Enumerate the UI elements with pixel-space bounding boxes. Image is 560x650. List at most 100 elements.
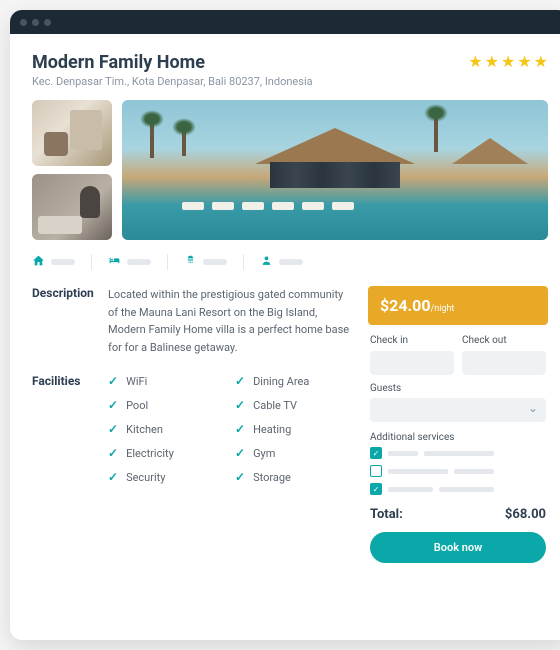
spec-placeholder [127, 259, 151, 265]
window-dot [44, 19, 51, 26]
service-item [370, 465, 546, 477]
check-icon: ✓ [235, 422, 245, 436]
shower-icon [184, 254, 197, 270]
facility-name: Storage [253, 471, 291, 484]
facility-item: ✓ Dining Area [235, 374, 350, 388]
facility-item: ✓ Heating [235, 422, 350, 436]
checkout-field: Check out [462, 335, 546, 375]
service-checkbox[interactable]: ✓ [370, 483, 382, 495]
checkin-label: Check in [370, 335, 454, 346]
additional-label: Additional services [370, 432, 546, 443]
listing-window: Modern Family Home Kec. Denpasar Tim., K… [10, 10, 560, 640]
facility-name: Dining Area [253, 375, 309, 388]
facilities-section: Facilities ✓WiFi ✓Dining Area ✓Pool ✓Cab… [32, 374, 350, 484]
facilities-grid: ✓WiFi ✓Dining Area ✓Pool ✓Cable TV ✓Kitc… [108, 374, 350, 484]
main-columns: Description Located within the prestigio… [32, 286, 548, 563]
facility-item: ✓ Security [108, 470, 223, 484]
thumbnail-column [32, 100, 112, 240]
guests-select-wrap [370, 398, 546, 423]
service-checkbox[interactable]: ✓ [370, 447, 382, 459]
check-icon: ✓ [108, 422, 118, 436]
facility-name: Cable TV [253, 399, 297, 412]
service-placeholder [439, 487, 494, 492]
gallery-thumbnail[interactable] [32, 174, 112, 240]
service-placeholder [454, 469, 494, 474]
facility-name: Pool [126, 399, 148, 412]
additional-services: Additional services ✓ ✓ [370, 432, 546, 495]
person-icon [260, 254, 273, 270]
facility-item: ✓ Pool [108, 398, 223, 412]
details-column: Description Located within the prestigio… [32, 286, 350, 563]
header-row: Modern Family Home Kec. Denpasar Tim., K… [32, 52, 548, 88]
check-icon: ✓ [108, 446, 118, 460]
guests-field: Guests [370, 383, 546, 423]
price-value: $24.00 [380, 296, 431, 315]
checkin-field: Check in [370, 335, 454, 375]
facility-item: ✓ Storage [235, 470, 350, 484]
facility-name: Heating [253, 423, 291, 436]
facility-item: ✓ Kitchen [108, 422, 223, 436]
check-icon: ✓ [108, 470, 118, 484]
star-icon: ★ [501, 52, 515, 71]
listing-address: Kec. Denpasar Tim., Kota Denpasar, Bali … [32, 75, 313, 88]
star-icon: ★ [485, 52, 499, 71]
check-icon: ✓ [235, 446, 245, 460]
check-icon: ✓ [108, 374, 118, 388]
listing-title: Modern Family Home [32, 52, 313, 73]
facility-item: ✓ Cable TV [235, 398, 350, 412]
spec-placeholder [279, 259, 303, 265]
checkin-input[interactable] [370, 351, 454, 375]
check-icon: ✓ [108, 398, 118, 412]
facility-item: ✓ Electricity [108, 446, 223, 460]
service-checkbox[interactable] [370, 465, 382, 477]
facility-name: Electricity [126, 447, 174, 460]
service-placeholder [388, 469, 448, 474]
check-icon: ✓ [235, 398, 245, 412]
window-dot [32, 19, 39, 26]
facility-name: Security [126, 471, 165, 484]
check-icon: ✓ [235, 470, 245, 484]
spec-bar [32, 254, 548, 270]
service-placeholder [388, 451, 418, 456]
spec-bed [92, 254, 168, 270]
main-photo[interactable] [122, 100, 548, 240]
service-placeholder [388, 487, 433, 492]
content-area: Modern Family Home Kec. Denpasar Tim., K… [10, 34, 560, 640]
star-icon: ★ [534, 52, 548, 71]
price-unit: /night [431, 304, 455, 314]
spec-bath [168, 254, 244, 270]
title-block: Modern Family Home Kec. Denpasar Tim., K… [32, 52, 313, 88]
service-item: ✓ [370, 447, 546, 459]
description-text: Located within the prestigious gated com… [108, 286, 350, 356]
photo-gallery [32, 100, 548, 240]
total-label: Total: [370, 507, 403, 522]
guests-label: Guests [370, 383, 546, 394]
date-row: Check in Check out [370, 335, 546, 375]
service-placeholder [424, 451, 494, 456]
service-item: ✓ [370, 483, 546, 495]
spec-placeholder [51, 259, 75, 265]
description-label: Description [32, 286, 94, 300]
rating-stars: ★ ★ ★ ★ ★ [468, 52, 548, 71]
spec-placeholder [203, 259, 227, 265]
guests-select[interactable] [370, 398, 546, 422]
checkout-input[interactable] [462, 351, 546, 375]
check-icon: ✓ [235, 374, 245, 388]
spec-guests [244, 254, 319, 270]
facility-name: Gym [253, 447, 275, 460]
bed-icon [108, 254, 121, 270]
home-icon [32, 254, 45, 270]
star-icon: ★ [517, 52, 531, 71]
description-section: Description Located within the prestigio… [32, 286, 350, 356]
total-value: $68.00 [505, 507, 546, 522]
facility-item: ✓ Gym [235, 446, 350, 460]
star-icon: ★ [468, 52, 482, 71]
book-now-button[interactable]: Book now [370, 532, 546, 563]
facility-name: Kitchen [126, 423, 163, 436]
gallery-thumbnail[interactable] [32, 100, 112, 166]
booking-form: Check in Check out Guests [368, 325, 548, 563]
window-title-bar [10, 10, 560, 34]
price-banner: $24.00/night [368, 286, 548, 325]
window-dot [20, 19, 27, 26]
checkout-label: Check out [462, 335, 546, 346]
